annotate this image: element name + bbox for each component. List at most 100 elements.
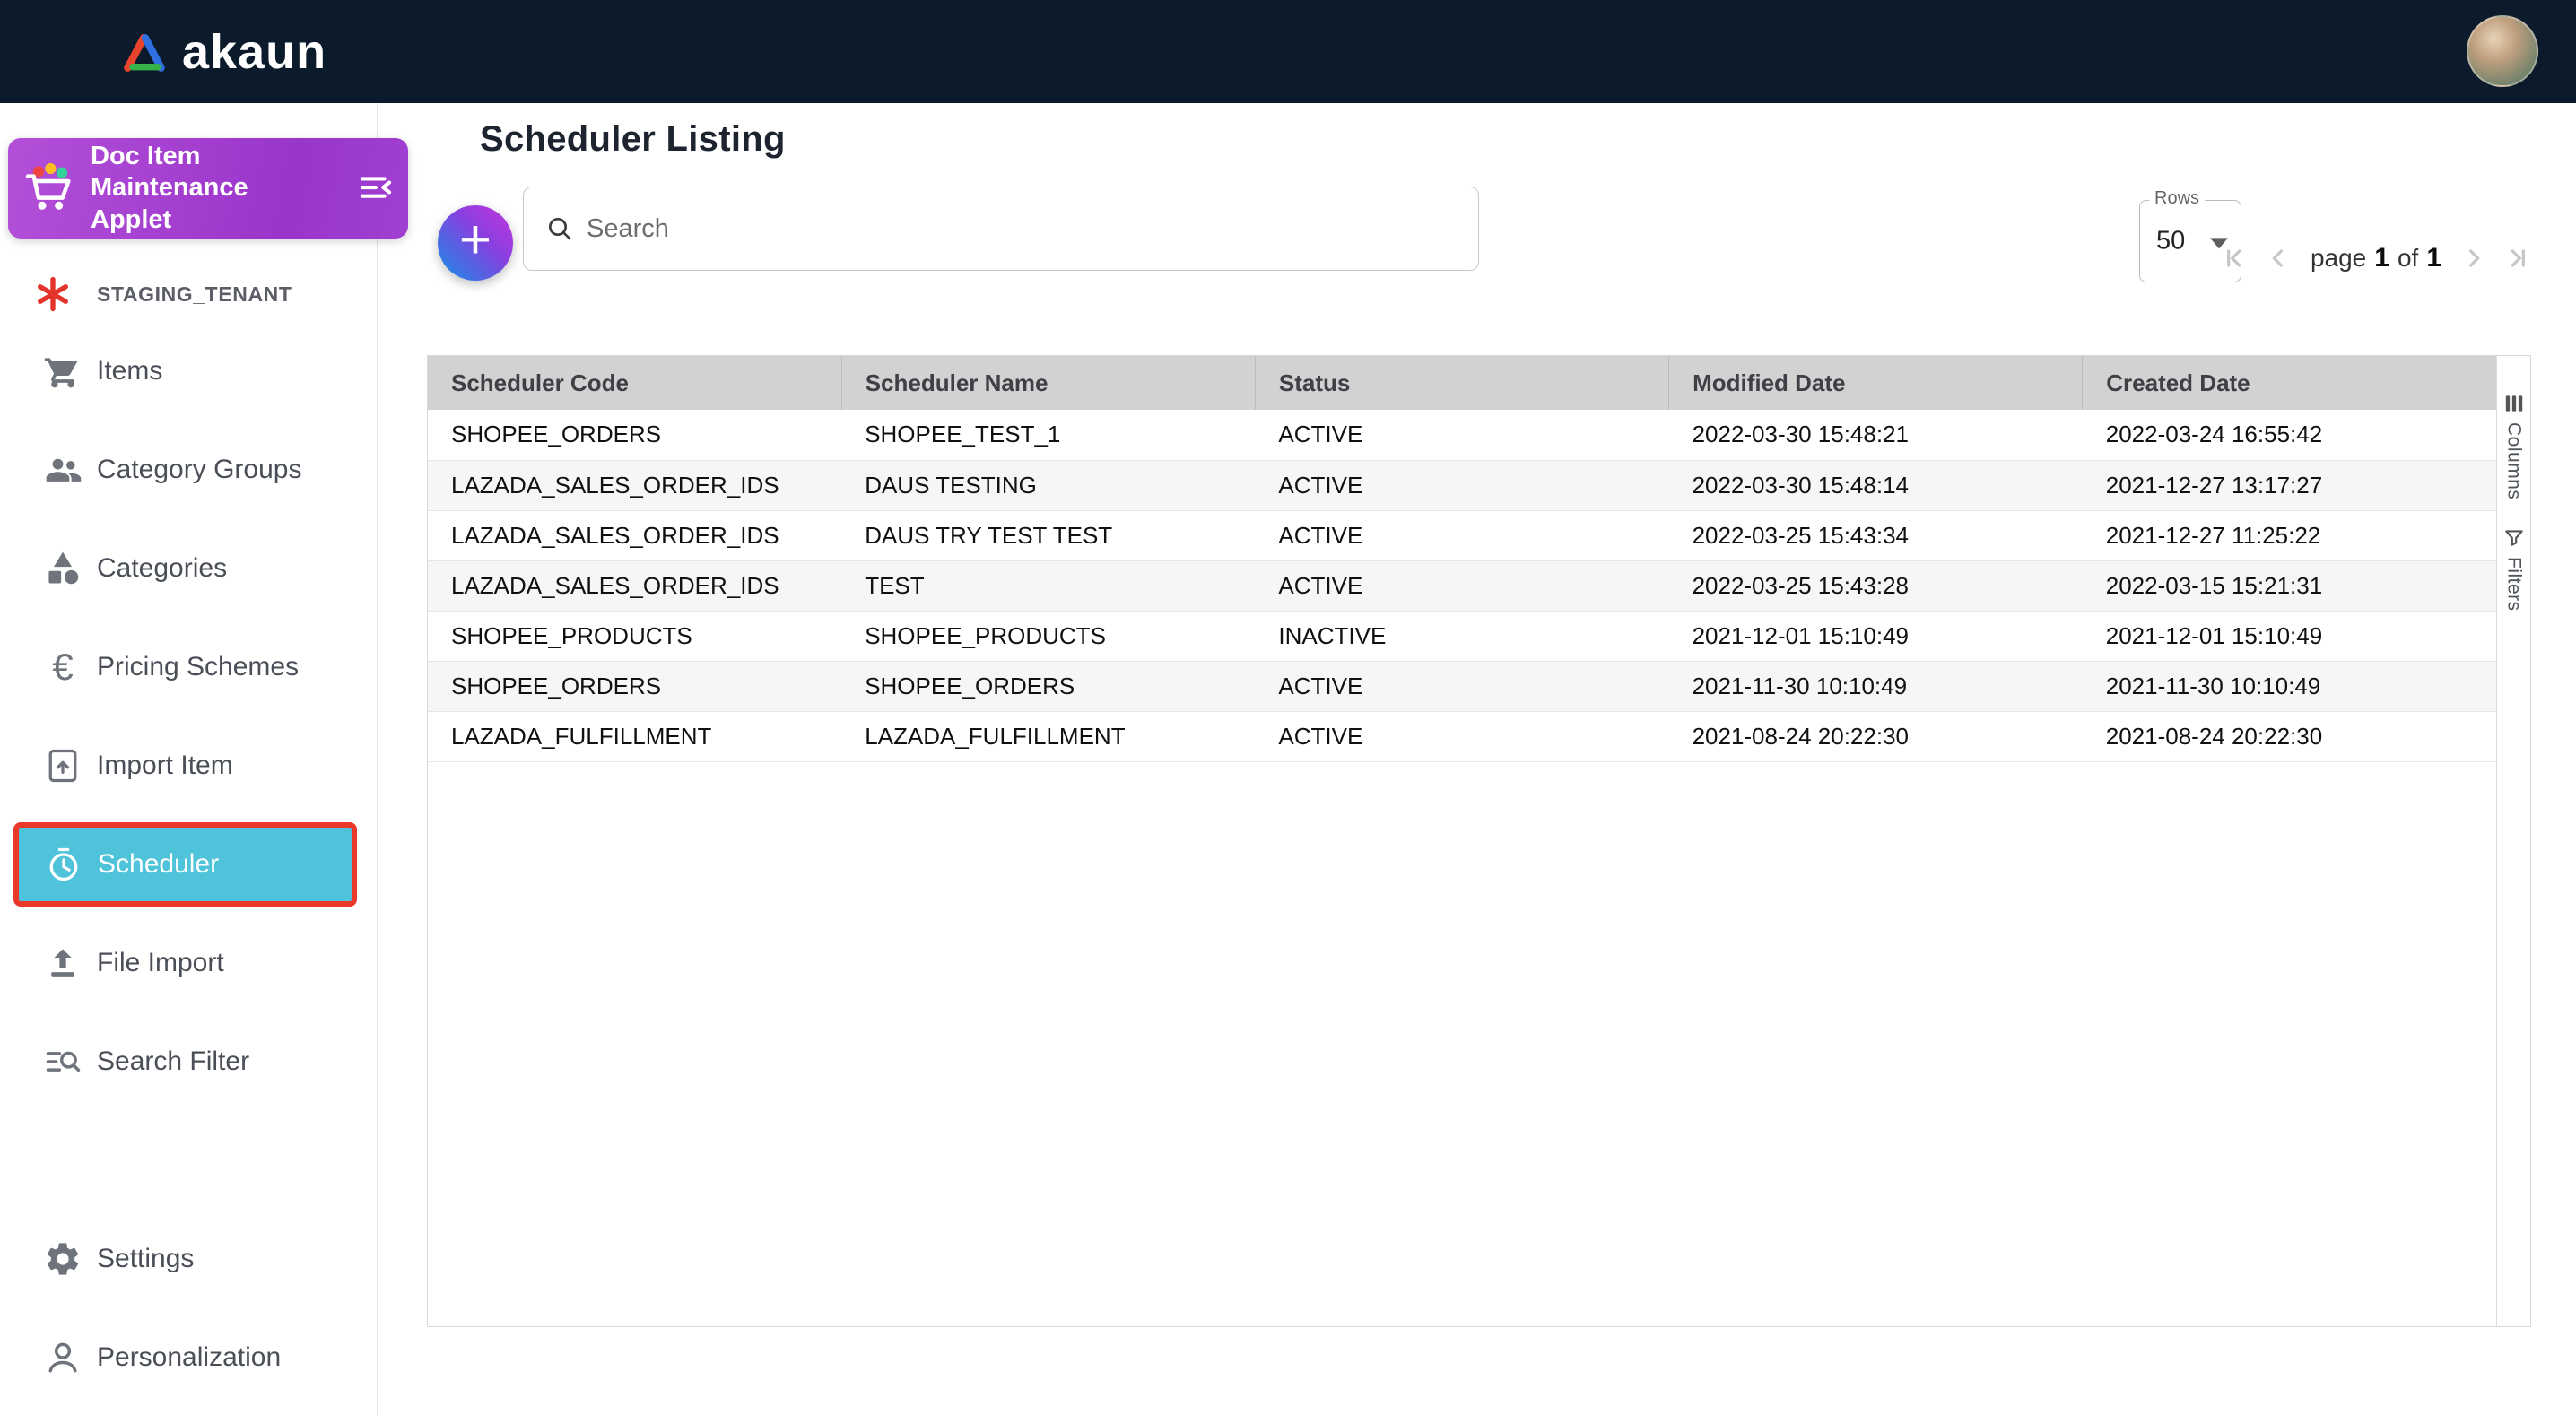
app-logo: akaun: [121, 24, 326, 80]
tenant-logo-icon: [32, 273, 74, 315]
sidebar-item-scheduler[interactable]: Scheduler: [13, 822, 357, 907]
category-icon: [43, 549, 83, 588]
cell-modified-date: 2022-03-30 15:48:21: [1669, 410, 2083, 460]
of-word: of: [2398, 244, 2418, 273]
cell-created-date: 2021-12-27 13:17:27: [2083, 460, 2496, 510]
cell-scheduler-code: SHOPEE_ORDERS: [428, 661, 841, 711]
columns-tab-label: Columns: [2503, 422, 2525, 499]
sidebar-item-label: Pricing Schemes: [97, 652, 299, 682]
cell-scheduler-name: SHOPEE_PRODUCTS: [841, 611, 1255, 661]
table-row[interactable]: LAZADA_SALES_ORDER_IDS DAUS TRY TEST TES…: [428, 510, 2496, 560]
cell-scheduler-code: SHOPEE_PRODUCTS: [428, 611, 841, 661]
sidebar: Doc Item Maintenance Applet STAGING_TENA…: [0, 103, 378, 1415]
sidebar-item-label: Items: [97, 356, 162, 386]
table-row[interactable]: LAZADA_SALES_ORDER_IDS TEST ACTIVE 2022-…: [428, 560, 2496, 611]
sidebar-collapse-button[interactable]: [351, 163, 401, 213]
table-row[interactable]: SHOPEE_PRODUCTS SHOPEE_PRODUCTS INACTIVE…: [428, 611, 2496, 661]
sidebar-item-pricing-schemes[interactable]: € Pricing Schemes: [0, 618, 377, 716]
euro-icon: €: [43, 647, 83, 687]
cell-scheduler-code: LAZADA_SALES_ORDER_IDS: [428, 510, 841, 560]
next-page-button[interactable]: [2454, 242, 2493, 274]
table-row[interactable]: LAZADA_SALES_ORDER_IDS DAUS TESTING ACTI…: [428, 460, 2496, 510]
search-icon: [545, 214, 574, 243]
first-page-button[interactable]: [2215, 242, 2255, 274]
person-icon: [43, 1338, 83, 1377]
last-page-button[interactable]: [2497, 242, 2537, 274]
cell-scheduler-name: SHOPEE_ORDERS: [841, 661, 1255, 711]
sidebar-item-label: Categories: [97, 553, 227, 584]
cell-scheduler-code: LAZADA_SALES_ORDER_IDS: [428, 460, 841, 510]
cell-status: ACTIVE: [1255, 560, 1668, 611]
applet-banner: Doc Item Maintenance Applet: [8, 138, 408, 239]
tenant-name: STAGING_TENANT: [97, 282, 292, 307]
cell-scheduler-code: SHOPEE_ORDERS: [428, 410, 841, 460]
sidebar-item-label: Category Groups: [97, 455, 301, 485]
add-scheduler-button[interactable]: +: [438, 205, 513, 281]
sidebar-item-label: Import Item: [97, 751, 233, 781]
people-icon: [43, 450, 83, 490]
scheduler-table-container: Scheduler Code Scheduler Name Status Mod…: [427, 355, 2531, 1327]
sidebar-item-label: Search Filter: [97, 1046, 249, 1077]
applet-cart-icon: [21, 160, 78, 217]
sidebar-item-import-item[interactable]: Import Item: [0, 716, 377, 815]
user-avatar[interactable]: [2467, 15, 2538, 87]
cell-scheduler-name: DAUS TESTING: [841, 460, 1255, 510]
cell-modified-date: 2021-12-01 15:10:49: [1669, 611, 2083, 661]
cell-scheduler-name: SHOPEE_TEST_1: [841, 410, 1255, 460]
cell-status: INACTIVE: [1255, 611, 1668, 661]
sidebar-item-label: File Import: [97, 948, 224, 978]
table-body: SHOPEE_ORDERS SHOPEE_TEST_1 ACTIVE 2022-…: [428, 410, 2496, 761]
table-row[interactable]: LAZADA_FULFILLMENT LAZADA_FULFILLMENT AC…: [428, 711, 2496, 761]
sidebar-item-items[interactable]: Items: [0, 322, 377, 421]
cell-scheduler-name: DAUS TRY TEST TEST: [841, 510, 1255, 560]
filters-tab[interactable]: Filters: [2502, 526, 2526, 612]
column-header-created-date[interactable]: Created Date: [2083, 356, 2496, 410]
sidebar-item-personalization[interactable]: Personalization: [0, 1308, 377, 1407]
page-indicator: page 1 of 1: [2311, 243, 2441, 273]
cell-scheduler-name: TEST: [841, 560, 1255, 611]
table-row[interactable]: SHOPEE_ORDERS SHOPEE_TEST_1 ACTIVE 2022-…: [428, 410, 2496, 460]
column-header-modified-date[interactable]: Modified Date: [1669, 356, 2083, 410]
cell-created-date: 2022-03-24 16:55:42: [2083, 410, 2496, 460]
import-file-icon: [43, 746, 83, 786]
table-zone: Scheduler Code Scheduler Name Status Mod…: [428, 356, 2496, 1326]
sidebar-item-category-groups[interactable]: Category Groups: [0, 421, 377, 519]
cell-scheduler-name: LAZADA_FULFILLMENT: [841, 711, 1255, 761]
cell-status: ACTIVE: [1255, 510, 1668, 560]
sidebar-item-label: Personalization: [97, 1342, 281, 1373]
sidebar-bottom-menu: Settings Personalization: [0, 1210, 377, 1407]
app-header: akaun: [0, 0, 2576, 103]
scheduler-table: Scheduler Code Scheduler Name Status Mod…: [428, 356, 2496, 762]
gear-icon: [43, 1239, 83, 1279]
filter-icon: [2502, 526, 2526, 550]
table-side-tabs: Columns Filters: [2496, 356, 2530, 1326]
columns-icon: [2502, 392, 2526, 415]
prev-page-button[interactable]: [2258, 242, 2298, 274]
cell-created-date: 2021-12-27 11:25:22: [2083, 510, 2496, 560]
table-row[interactable]: SHOPEE_ORDERS SHOPEE_ORDERS ACTIVE 2021-…: [428, 661, 2496, 711]
sidebar-item-search-filter[interactable]: Search Filter: [0, 1012, 377, 1111]
search-filter-icon: [43, 1042, 83, 1081]
cell-status: ACTIVE: [1255, 661, 1668, 711]
sidebar-item-settings[interactable]: Settings: [0, 1210, 377, 1308]
column-header-scheduler-name[interactable]: Scheduler Name: [841, 356, 1255, 410]
sidebar-item-categories[interactable]: Categories: [0, 519, 377, 618]
applet-title: Doc Item Maintenance Applet: [91, 141, 306, 236]
page-title: Scheduler Listing: [480, 119, 786, 160]
rows-label: Rows: [2149, 188, 2205, 209]
app-logo-text: akaun: [182, 24, 326, 80]
column-header-scheduler-code[interactable]: Scheduler Code: [428, 356, 841, 410]
search-input[interactable]: [585, 195, 1478, 262]
sidebar-item-label: Settings: [97, 1244, 194, 1274]
columns-tab[interactable]: Columns: [2502, 392, 2526, 499]
timer-icon: [44, 845, 83, 884]
cell-modified-date: 2022-03-25 15:43:28: [1669, 560, 2083, 611]
page-word: page: [2311, 244, 2366, 273]
tenant-row: STAGING_TENANT: [0, 269, 377, 319]
pagination: page 1 of 1: [2215, 240, 2537, 276]
sidebar-item-label: Scheduler: [98, 849, 219, 880]
column-header-status[interactable]: Status: [1255, 356, 1668, 410]
sidebar-menu: Items Category Groups Categories € Prici…: [0, 322, 377, 1111]
sidebar-item-file-import[interactable]: File Import: [0, 914, 377, 1012]
cell-modified-date: 2022-03-25 15:43:34: [1669, 510, 2083, 560]
